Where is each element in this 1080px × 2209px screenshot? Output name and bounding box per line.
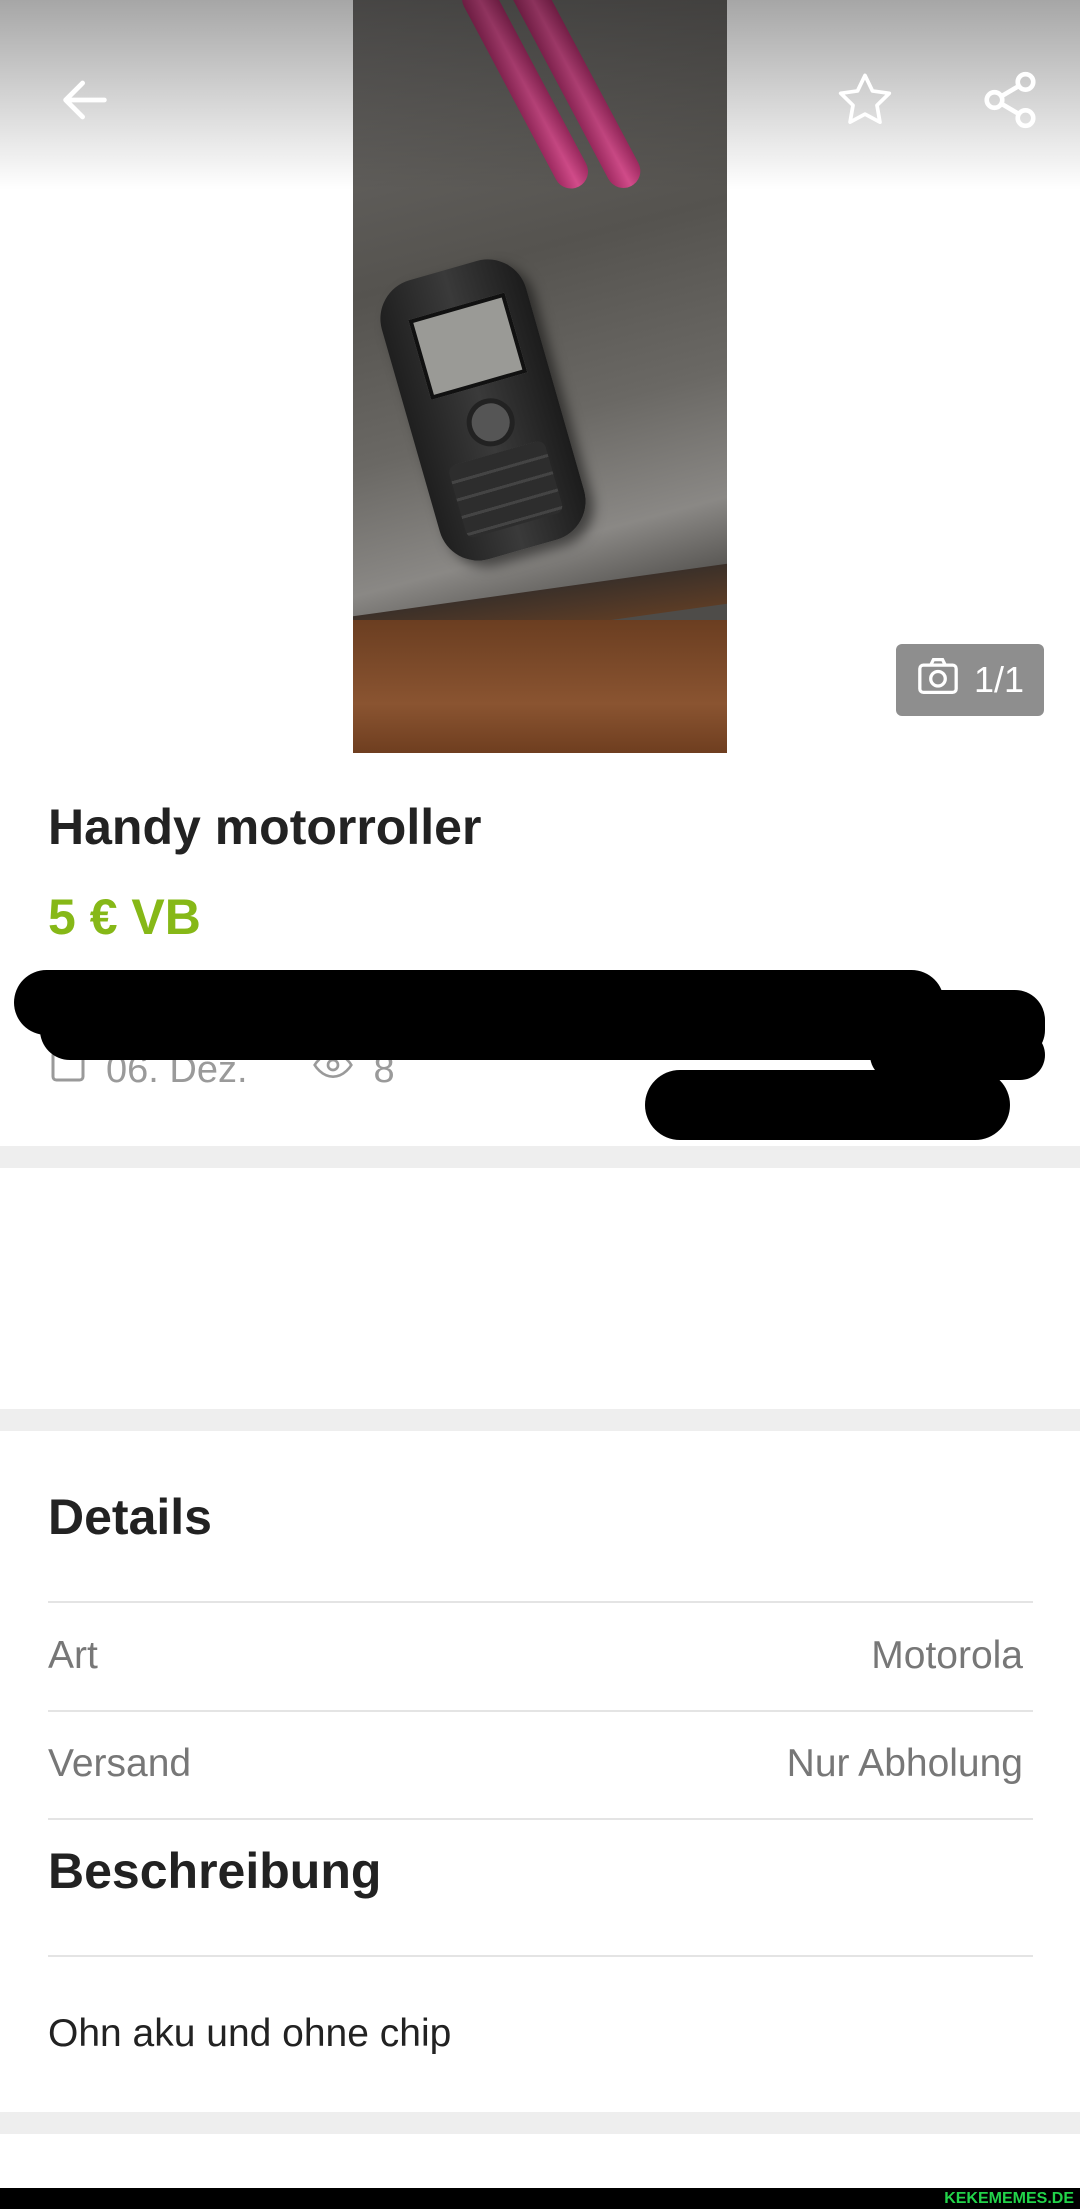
favorite-button[interactable] — [815, 52, 915, 152]
photo-phone — [370, 249, 596, 571]
description-heading: Beschreibung — [48, 1843, 382, 1899]
section-separator — [0, 1409, 1080, 1431]
divider — [48, 1601, 1033, 1603]
detail-value: Nur Abholung — [786, 1742, 1023, 1785]
description-text: Ohn aku und ohne chip — [48, 2012, 452, 2055]
photo-wood — [353, 620, 727, 753]
photo-phone-screen — [408, 292, 528, 400]
back-button[interactable] — [35, 52, 135, 152]
redaction-mark — [870, 1030, 1045, 1080]
listing-price: 5 € VB — [48, 889, 201, 945]
detail-value: Motorola — [871, 1634, 1023, 1677]
divider — [48, 1955, 1033, 1957]
details-heading: Details — [48, 1489, 212, 1545]
photo-phone-dpad — [461, 392, 521, 453]
detail-label: Versand — [48, 1742, 192, 1785]
detail-row-versand: Versand Nur Abholung — [48, 1742, 1023, 1786]
photo-phone-keys — [447, 439, 565, 540]
camera-icon — [916, 656, 960, 705]
divider — [48, 1710, 1033, 1712]
detail-label: Art — [48, 1634, 98, 1677]
arrow-left-icon — [56, 71, 114, 134]
image-gallery[interactable]: 1/1 — [0, 0, 1080, 753]
listing-photo[interactable] — [353, 0, 727, 753]
detail-row-art: Art Motorola — [48, 1634, 1023, 1678]
share-icon — [979, 69, 1041, 136]
share-button[interactable] — [960, 52, 1060, 152]
watermark: KEKEMEMES.DE — [944, 2190, 1074, 2207]
redaction-mark — [645, 1070, 1010, 1140]
section-separator — [0, 1146, 1080, 1168]
section-separator — [0, 2112, 1080, 2134]
photo-counter[interactable]: 1/1 — [896, 644, 1044, 716]
divider — [48, 1818, 1033, 1820]
star-outline-icon — [833, 68, 897, 137]
listing-title: Handy motorroller — [48, 799, 482, 855]
photo-counter-text: 1/1 — [973, 659, 1025, 700]
bottom-bar — [0, 2188, 1080, 2209]
